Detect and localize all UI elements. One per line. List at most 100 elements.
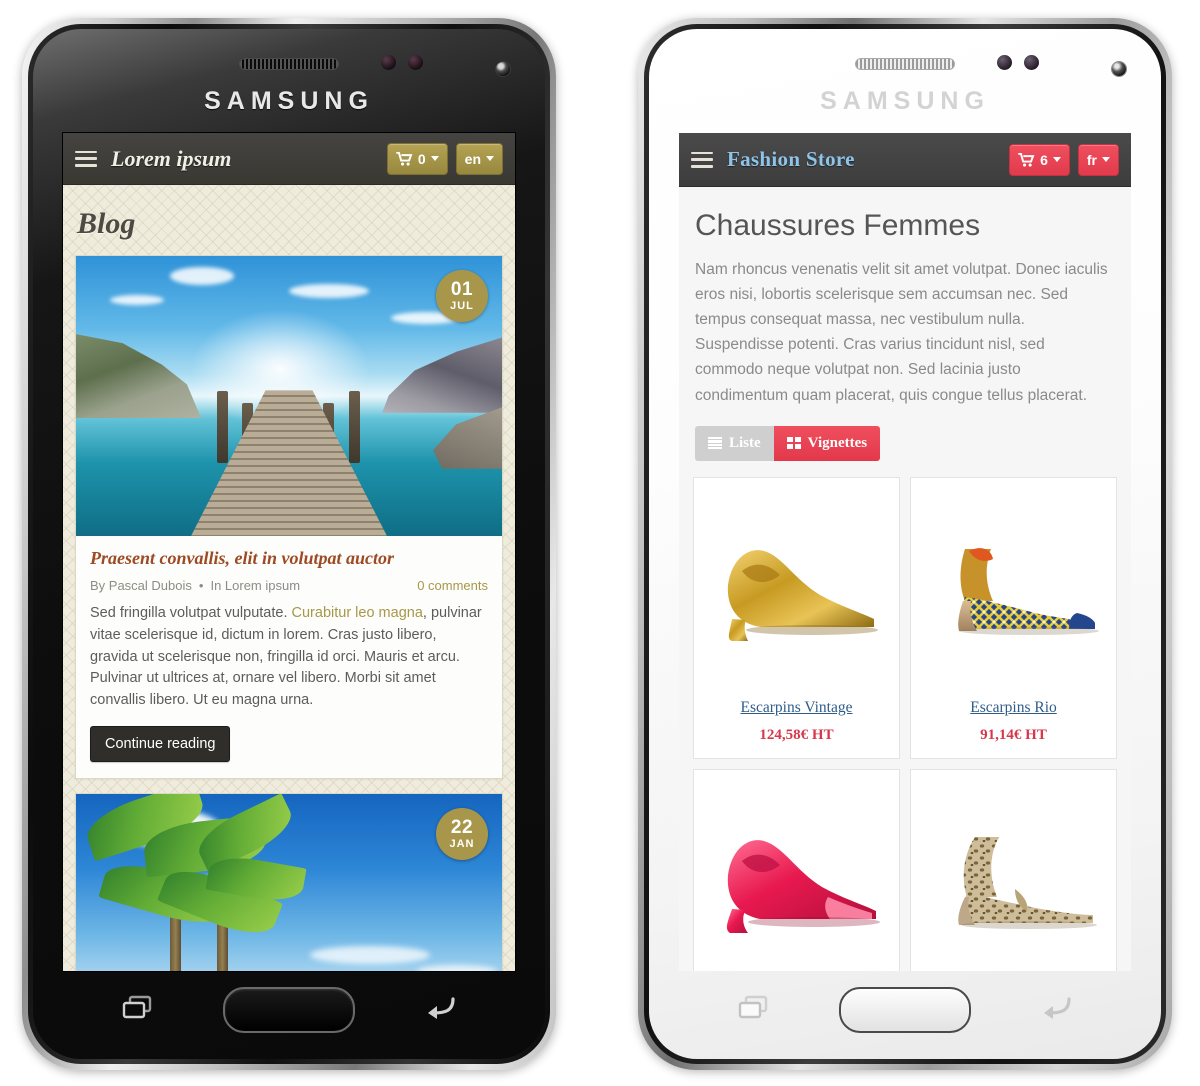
front-camera-icon (1112, 62, 1126, 76)
pier-pile (348, 391, 360, 464)
post-title[interactable]: Praesent convallis, elit in volutpat auc… (90, 548, 488, 569)
blog-content: Blog 01 JUL Praesent convallis, elit in … (63, 185, 515, 971)
post-category[interactable]: In Lorem ipsum (210, 578, 300, 593)
device-bottom-hardware (649, 971, 1161, 1059)
page-title: Blog (77, 207, 136, 240)
front-camera-icon (496, 62, 510, 76)
product-card[interactable]: Escarpins Vintage 124,58€ HT (693, 476, 900, 759)
product-name[interactable]: Escarpins Vintage (741, 699, 853, 717)
post-meta: By Pascal Dubois • In Lorem ipsum 0 comm… (90, 578, 488, 593)
device-body: SAMSUNG Lorem ipsum 0 en Blog 01 JUL Pra… (33, 29, 545, 1059)
rock-right (432, 407, 502, 469)
post-excerpt: Sed fringilla volutpat vulputate. Curabi… (90, 603, 488, 712)
language-label: en (464, 150, 481, 167)
product-image-pink-peeptoe[interactable] (702, 782, 891, 971)
excerpt-part-1: Sed fringilla volutpat vulputate. (90, 605, 292, 621)
language-button[interactable]: fr (1077, 143, 1119, 176)
post-date-month: JUL (450, 300, 474, 312)
continue-reading-button[interactable]: Continue reading (90, 725, 231, 762)
shoe-illustration (702, 819, 891, 939)
product-price: 91,14€ HT (980, 726, 1047, 743)
proximity-sensor-icon (381, 55, 396, 70)
cart-button[interactable]: 0 (386, 142, 448, 175)
shoe-illustration (919, 527, 1108, 647)
post-date-badge: 22 JAN (436, 807, 488, 860)
post-hero-image-palms[interactable]: 22 JAN (76, 793, 502, 971)
post-date-day: 22 (450, 816, 474, 838)
view-mode-grid-label: Vignettes (807, 434, 868, 451)
grid-view-icon (786, 437, 801, 450)
cart-count: 6 (1040, 151, 1048, 168)
shoe-illustration (702, 527, 891, 647)
chevron-down-icon (1102, 157, 1110, 162)
back-icon[interactable] (423, 995, 457, 1021)
recents-icon[interactable] (121, 995, 155, 1021)
site-brand-lorem-ipsum[interactable]: Lorem ipsum (111, 146, 231, 172)
blog-topbar-actions: 0 en (386, 142, 503, 175)
product-image-gold-pump[interactable] (702, 490, 891, 685)
blog-topbar: Lorem ipsum 0 en (63, 133, 515, 185)
home-button[interactable] (223, 987, 355, 1033)
samsung-brand-logo: SAMSUNG (820, 87, 990, 115)
product-grid: Escarpins Vintage 124,58€ HT Escarpins R… (679, 476, 1131, 971)
language-label: fr (1086, 151, 1097, 168)
cloud (289, 284, 369, 298)
post-comment-count[interactable]: 0 comments (417, 578, 488, 593)
cloud (110, 295, 165, 306)
device-left-samsung-black: SAMSUNG Lorem ipsum 0 en Blog 01 JUL Pra… (22, 18, 556, 1070)
product-image-print-pump[interactable] (919, 490, 1108, 685)
category-description: Nam rhoncus venenatis velit sit amet vol… (695, 261, 1108, 404)
screen-right[interactable]: Fashion Store 6 fr Chaussures Femmes Nam… (679, 133, 1131, 971)
device-top-hardware: SAMSUNG (33, 29, 545, 133)
product-card[interactable] (910, 768, 1117, 971)
product-name[interactable]: Escarpins Rio (970, 699, 1057, 717)
post-hero-image-pier[interactable]: 01 JUL (76, 256, 502, 536)
language-button[interactable]: en (455, 142, 503, 175)
home-button[interactable] (839, 987, 971, 1033)
meta-separator: • (198, 578, 204, 593)
post-date-badge: 01 JUL (436, 270, 488, 322)
view-mode-list-button[interactable]: Liste (695, 425, 774, 461)
blog-post-card: 22 JAN (75, 792, 503, 971)
device-bottom-hardware (33, 971, 545, 1059)
recents-icon[interactable] (737, 995, 771, 1021)
product-price: 124,58€ HT (759, 726, 834, 743)
shoe-illustration (919, 819, 1108, 939)
view-mode-list-label: Liste (729, 434, 761, 451)
earpiece-speaker-icon (239, 58, 339, 70)
cart-icon (1018, 152, 1035, 167)
screen-left[interactable]: Lorem ipsum 0 en Blog 01 JUL Praesent co… (63, 133, 515, 971)
light-sensor-icon (1024, 55, 1039, 70)
hamburger-menu-icon[interactable] (75, 150, 97, 167)
site-brand-fashion-store[interactable]: Fashion Store (727, 147, 855, 172)
product-card[interactable]: Escarpins Rio 91,14€ HT (910, 476, 1117, 759)
page-title: Chaussures Femmes (695, 209, 981, 242)
shop-content: Chaussures Femmes Nam rhoncus venenatis … (679, 187, 1131, 971)
back-icon[interactable] (1039, 995, 1073, 1021)
cart-button[interactable]: 6 (1009, 143, 1070, 176)
proximity-sensor-icon (997, 55, 1012, 70)
hamburger-menu-icon[interactable] (691, 151, 713, 168)
cart-icon (396, 151, 413, 166)
excerpt-inline-link[interactable]: Curabitur leo magna (292, 605, 423, 621)
chevron-down-icon (1052, 157, 1061, 162)
screenshot-canvas: SAMSUNG Lorem ipsum 0 en Blog 01 JUL Pra… (0, 0, 1200, 1086)
chevron-down-icon (430, 156, 439, 161)
shop-topbar-actions: 6 fr (1009, 143, 1119, 176)
earpiece-speaker-icon (855, 58, 955, 70)
blog-post-card: 01 JUL Praesent convallis, elit in volut… (75, 255, 503, 779)
device-right-samsung-white: SAMSUNG Fashion Store 6 fr Chaussures Fe… (638, 18, 1172, 1070)
view-mode-toggle: Liste Vignettes (695, 425, 1131, 461)
post-body: Praesent convallis, elit in volutpat auc… (76, 536, 502, 778)
shop-topbar: Fashion Store 6 fr (679, 133, 1131, 187)
light-sensor-icon (408, 55, 423, 70)
cloud (310, 945, 431, 964)
post-date-month: JAN (449, 837, 475, 850)
device-top-hardware: SAMSUNG (649, 29, 1161, 133)
product-card[interactable] (693, 768, 900, 971)
list-view-icon (708, 437, 722, 450)
post-author: By Pascal Dubois (90, 578, 192, 593)
cart-count: 0 (417, 150, 426, 167)
product-image-leopard-pump[interactable] (919, 782, 1108, 971)
view-mode-grid-button[interactable]: Vignettes (773, 425, 881, 461)
